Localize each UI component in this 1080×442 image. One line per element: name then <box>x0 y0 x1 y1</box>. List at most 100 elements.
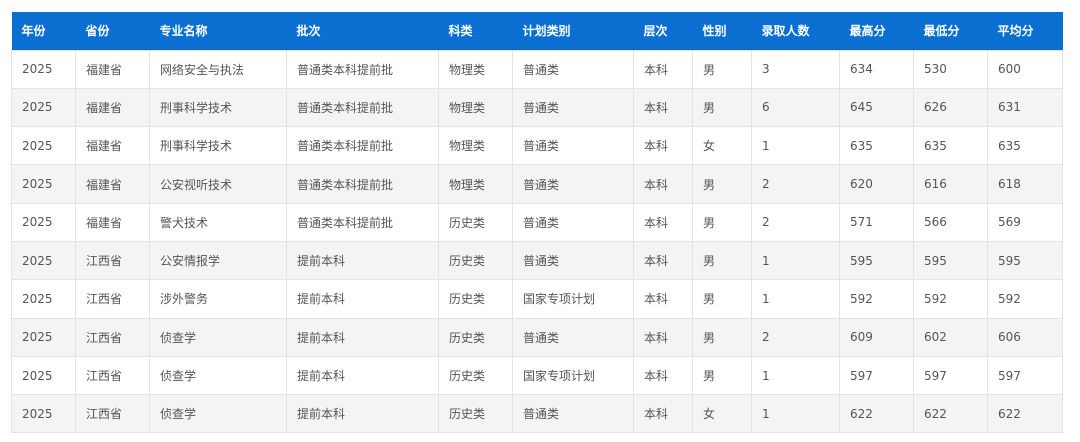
cell-batch: 提前本科 <box>286 394 439 434</box>
table-row: 2025 福建省 网络安全与执法 普通类本科提前批 物理类 普通类 本科男 3 634 530 60… <box>11 49 1063 89</box>
table-header-row: 年份 省份 专业名称 批次 科类 计划类别 层次 性别 录取人数 最高分 最低分… <box>11 12 1063 50</box>
cell-batch: 普通类本科提前批 <box>286 164 439 204</box>
cell-max-score: 592 <box>839 279 914 319</box>
cell-province: 江西省 <box>75 355 150 396</box>
cell-max-score: 571 <box>839 202 914 242</box>
cell-plan-type: 普通类 <box>512 317 634 357</box>
cell-max-score: 645 <box>839 87 914 128</box>
cell-min-score: 530 <box>913 49 988 89</box>
cell-admitted-count: 2 <box>751 202 840 242</box>
cell-admitted-count: 1 <box>751 240 840 281</box>
header-avg-score: 平均分 <box>997 24 1034 39</box>
cell-min-score: 622 <box>913 394 988 434</box>
table-row: 2025 福建省 公安视听技术 普通类本科提前批 物理类 普通类 本科男 2 620 616 618 <box>11 164 1063 204</box>
cell-level: 本科 <box>633 164 693 204</box>
header-province: 省份 <box>85 24 110 39</box>
cell-min-score: 597 <box>913 355 988 396</box>
cell-min-score: 635 <box>913 126 988 166</box>
cell-subject-category: 历史类 <box>438 355 513 396</box>
cell-subject-category: 物理类 <box>438 126 513 166</box>
cell-year: 2025 <box>11 355 76 396</box>
cell-plan-type: 国家专项计划 <box>512 279 634 319</box>
cell-subject-category: 历史类 <box>438 202 513 242</box>
cell-year: 2025 <box>11 202 76 242</box>
table-row: 2025 福建省 警犬技术 普通类本科提前批 历史类 普通类 本科男 2 571 566 569 <box>11 202 1063 242</box>
cell-year: 2025 <box>11 394 76 434</box>
cell-level: 本科 <box>633 87 693 128</box>
cell-major: 侦查学 <box>149 317 287 357</box>
cell-plan-type: 普通类 <box>512 202 634 242</box>
cell-batch: 普通类本科提前批 <box>286 126 439 166</box>
table-row: 2025 江西省 侦查学 提前本科 历史类 国家专项计划 本科男 1 597 597 597 <box>11 355 1063 396</box>
cell-batch: 普通类本科提前批 <box>286 49 439 89</box>
cell-province: 江西省 <box>75 394 150 434</box>
cell-major: 警犬技术 <box>149 202 287 242</box>
cell-batch: 提前本科 <box>286 240 439 281</box>
cell-gender: 女 <box>692 126 752 166</box>
cell-max-score: 609 <box>839 317 914 357</box>
header-subject-category: 科类 <box>448 24 473 39</box>
cell-plan-type: 普通类 <box>512 240 634 281</box>
cell-gender: 男 <box>692 164 752 204</box>
admission-scores-table: 年份 省份 专业名称 批次 科类 计划类别 层次 性别 录取人数 最高分 最低分… <box>11 12 1063 434</box>
cell-max-score: 620 <box>839 164 914 204</box>
cell-min-score: 566 <box>913 202 988 242</box>
cell-subject-category: 物理类 <box>438 49 513 89</box>
cell-max-score: 597 <box>839 355 914 396</box>
cell-year: 2025 <box>11 164 76 204</box>
cell-level: 本科 <box>633 317 693 357</box>
cell-batch: 提前本科 <box>286 355 439 396</box>
cell-admitted-count: 1 <box>751 394 840 434</box>
cell-subject-category: 历史类 <box>438 394 513 434</box>
header-batch: 批次 <box>296 24 321 39</box>
admission-table-container: 年份 省份 专业名称 批次 科类 计划类别 层次 性别 录取人数 最高分 最低分… <box>11 12 1063 434</box>
cell-min-score: 616 <box>913 164 988 204</box>
cell-major: 网络安全与执法 <box>149 49 287 89</box>
cell-max-score: 634 <box>839 49 914 89</box>
header-plan-type: 计划类别 <box>522 24 571 39</box>
cell-year: 2025 <box>11 49 76 89</box>
cell-province: 福建省 <box>75 164 150 204</box>
cell-major: 公安视听技术 <box>149 164 287 204</box>
header-admitted-count: 录取人数 <box>761 24 810 39</box>
table-row: 2025 江西省 涉外警务 提前本科 历史类 国家专项计划 本科男 1 592 592 592 <box>11 279 1063 319</box>
cell-admitted-count: 3 <box>751 49 840 89</box>
cell-avg-score: 606 <box>987 317 1063 357</box>
header-level: 层次 <box>643 24 668 39</box>
cell-batch: 提前本科 <box>286 317 439 357</box>
cell-major: 公安情报学 <box>149 240 287 281</box>
cell-gender: 男 <box>692 317 752 357</box>
cell-avg-score: 622 <box>987 394 1063 434</box>
header-max-score: 最高分 <box>849 24 886 39</box>
cell-province: 福建省 <box>75 202 150 242</box>
cell-batch: 普通类本科提前批 <box>286 202 439 242</box>
header-min-score: 最低分 <box>923 24 960 39</box>
cell-gender: 男 <box>692 87 752 128</box>
cell-province: 福建省 <box>75 87 150 128</box>
cell-year: 2025 <box>11 240 76 281</box>
cell-max-score: 622 <box>839 394 914 434</box>
cell-subject-category: 历史类 <box>438 317 513 357</box>
cell-avg-score: 595 <box>987 240 1063 281</box>
cell-batch: 提前本科 <box>286 279 439 319</box>
cell-province: 江西省 <box>75 317 150 357</box>
table-row: 2025 江西省 侦查学 提前本科 历史类 普通类 本科男 2 609 602 606 <box>11 317 1063 357</box>
cell-plan-type: 国家专项计划 <box>512 355 634 396</box>
cell-plan-type: 普通类 <box>512 394 634 434</box>
cell-admitted-count: 2 <box>751 317 840 357</box>
cell-gender: 男 <box>692 355 752 396</box>
table-row: 2025 江西省 公安情报学 提前本科 历史类 普通类 本科男 1 595 595 595 <box>11 240 1063 281</box>
cell-year: 2025 <box>11 279 76 319</box>
cell-province: 江西省 <box>75 240 150 281</box>
cell-major: 刑事科学技术 <box>149 87 287 128</box>
cell-admitted-count: 1 <box>751 126 840 166</box>
cell-max-score: 635 <box>839 126 914 166</box>
header-major: 专业名称 <box>159 24 208 39</box>
cell-avg-score: 618 <box>987 164 1063 204</box>
cell-province: 福建省 <box>75 49 150 89</box>
cell-min-score: 602 <box>913 317 988 357</box>
cell-level: 本科 <box>633 240 693 281</box>
table-body: 2025 福建省 网络安全与执法 普通类本科提前批 物理类 普通类 本科男 3 634 530 60… <box>11 49 1063 434</box>
cell-max-score: 595 <box>839 240 914 281</box>
cell-major: 侦查学 <box>149 355 287 396</box>
